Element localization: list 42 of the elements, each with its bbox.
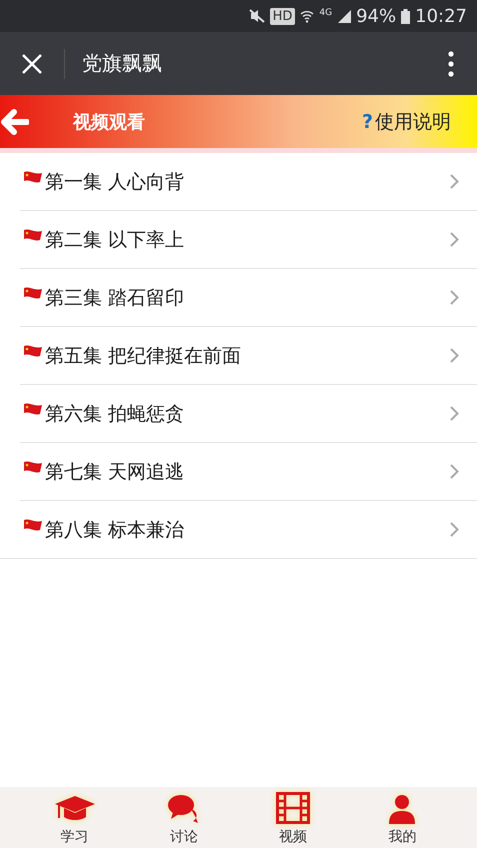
tab[interactable]: 视频	[263, 787, 324, 848]
battery-icon	[401, 8, 410, 24]
flag-icon	[23, 170, 43, 184]
network-label: 4G	[319, 8, 332, 18]
chevron-icon	[450, 522, 459, 537]
episode-item[interactable]: 第一集 人心向背	[20, 153, 477, 211]
episode-item[interactable]: 第七集 天网追逃	[20, 443, 477, 501]
wifi-icon	[300, 9, 314, 23]
page-title: 视频观看	[73, 110, 146, 134]
chevron-icon	[450, 406, 459, 421]
chat-bubbles-icon	[166, 794, 201, 824]
flag-icon	[23, 518, 43, 532]
tab[interactable]: 学习	[44, 787, 105, 848]
help-link[interactable]: ?使用说明	[362, 108, 451, 134]
more-icon[interactable]	[448, 50, 454, 76]
tab[interactable]: 讨论	[154, 787, 214, 848]
chevron-icon	[450, 232, 459, 247]
episode-item[interactable]: 第二集 以下率上	[20, 211, 477, 269]
hd-badge: HD	[270, 8, 296, 24]
episode-item[interactable]: 第五集 把纪律挺在前面	[20, 327, 477, 385]
chevron-icon	[450, 464, 459, 479]
close-icon[interactable]	[21, 52, 43, 74]
flag-icon	[23, 460, 43, 474]
flag-icon	[23, 344, 43, 358]
battery-percent: 94%	[356, 6, 396, 26]
chevron-icon	[450, 290, 459, 305]
chevron-icon	[450, 348, 459, 363]
back-arrow-icon[interactable]	[1, 108, 29, 134]
film-strip-icon	[276, 792, 310, 824]
flag-icon	[23, 286, 43, 300]
clock: 10:27	[415, 6, 467, 26]
flag-icon	[23, 402, 43, 416]
episode-item[interactable]: 第六集 拍蝇惩贪	[20, 385, 477, 443]
chevron-icon	[450, 174, 459, 189]
tab[interactable]: 我的	[372, 787, 432, 848]
mute-icon	[248, 9, 265, 23]
window-title: 党旗飘飘	[82, 50, 163, 77]
episode-item[interactable]: 第八集 标本兼治	[0, 501, 477, 559]
episode-item[interactable]: 第三集 踏石留印	[20, 269, 477, 327]
signal-icon	[337, 9, 352, 23]
flag-icon	[23, 228, 43, 242]
person-icon	[388, 794, 416, 824]
